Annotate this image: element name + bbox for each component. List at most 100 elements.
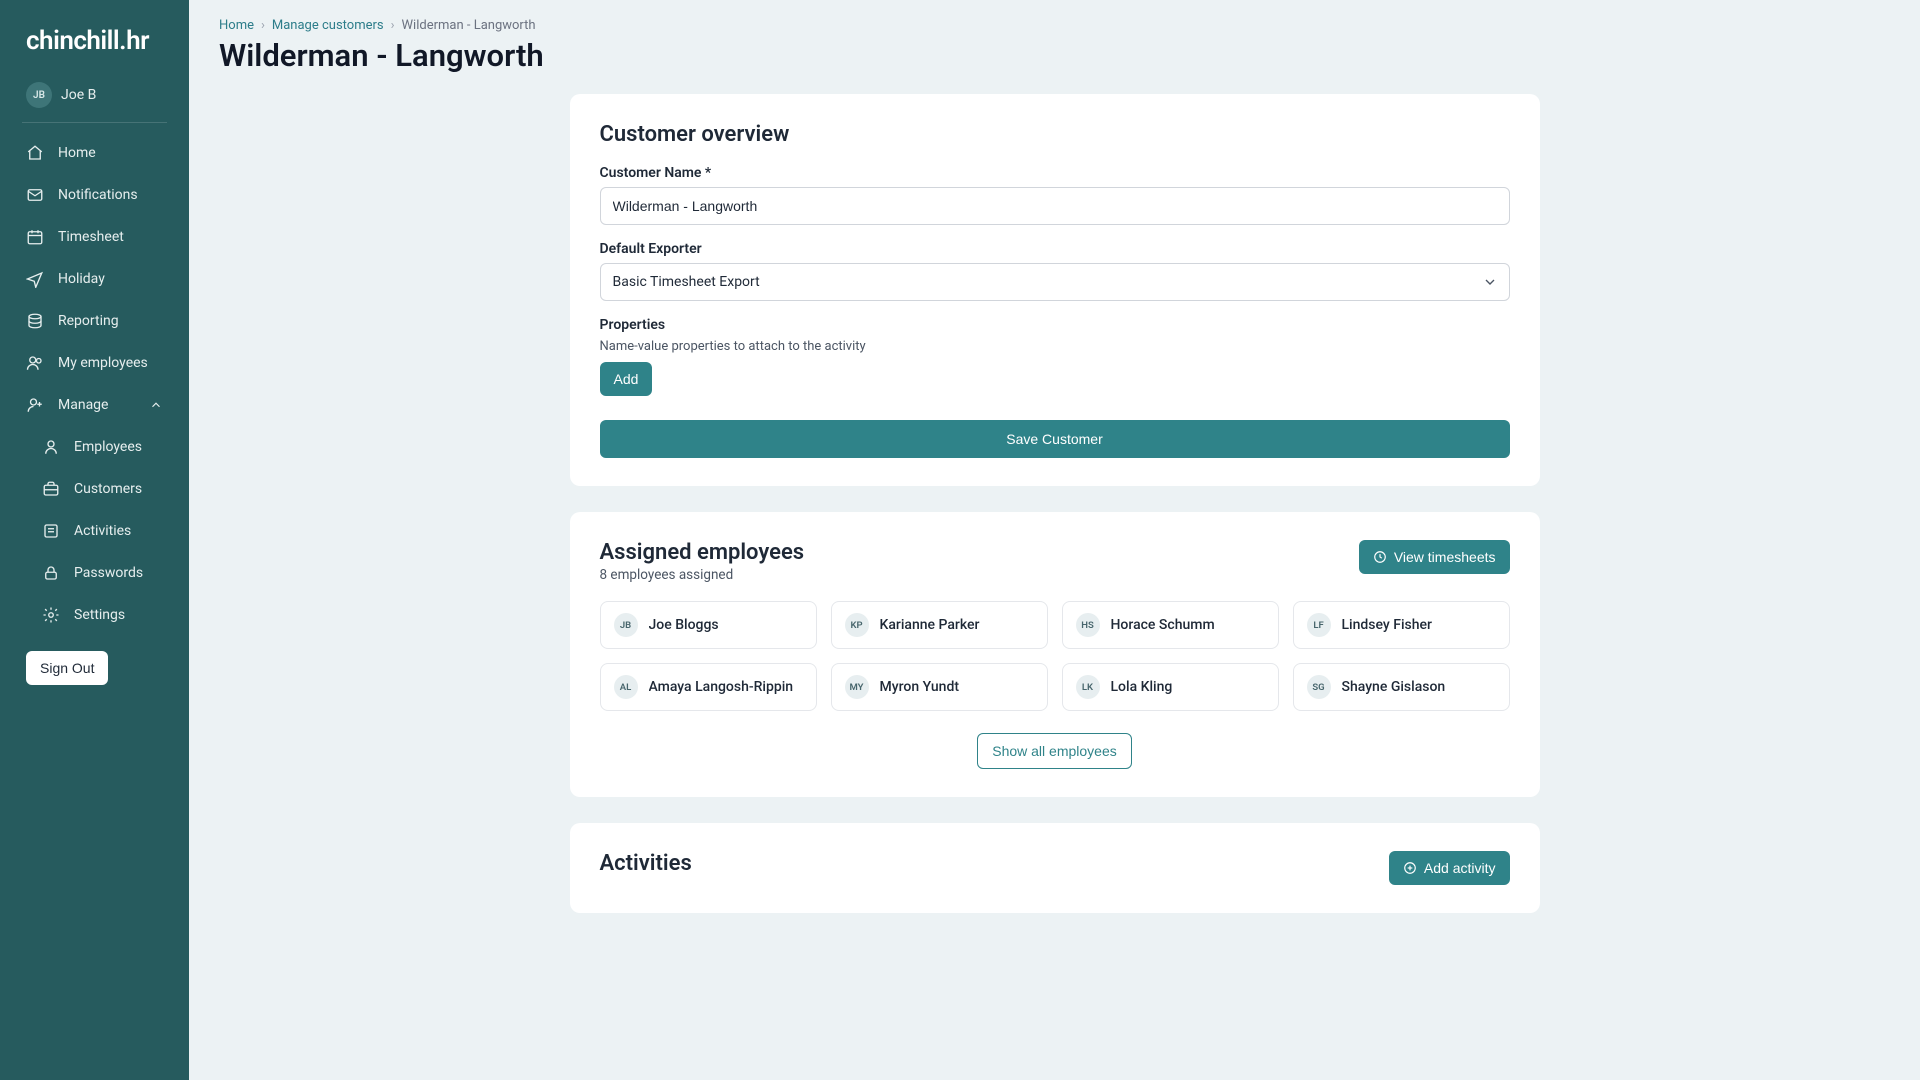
brand-logo: chinchill.hr: [0, 18, 189, 76]
database-icon: [26, 312, 44, 330]
breadcrumb-current: Wilderman - Langworth: [402, 18, 536, 33]
employee-name: Amaya Langosh-Rippin: [649, 679, 794, 695]
add-property-button[interactable]: Add: [600, 362, 653, 396]
users-icon: [26, 354, 44, 372]
sidebar-item-settings[interactable]: Settings: [10, 595, 179, 635]
employee-card[interactable]: JB Joe Bloggs: [600, 601, 817, 649]
employee-avatar: LK: [1076, 675, 1100, 699]
user-plus-icon: [26, 396, 44, 414]
employee-avatar: LF: [1307, 613, 1331, 637]
sidebar-item-label: Reporting: [58, 313, 119, 329]
sidebar-item-passwords[interactable]: Passwords: [10, 553, 179, 593]
calendar-icon: [26, 228, 44, 246]
employee-card[interactable]: KP Karianne Parker: [831, 601, 1048, 649]
employee-avatar: AL: [614, 675, 638, 699]
properties-field: Properties Name-value properties to atta…: [600, 317, 1510, 396]
employees-subtitle: 8 employees assigned: [600, 567, 805, 583]
sidebar-item-manage[interactable]: Manage: [10, 385, 179, 425]
employees-grid: JB Joe Bloggs KP Karianne Parker HS Horace Sc…: [600, 601, 1510, 711]
plus-circle-icon: [1403, 861, 1417, 875]
divider: [22, 122, 167, 123]
sidebar-item-label: Home: [58, 145, 96, 161]
sidebar-item-label: Timesheet: [58, 229, 124, 245]
sidebar-item-label: Holiday: [58, 271, 105, 287]
clock-icon: [1373, 550, 1387, 564]
employee-name: Myron Yundt: [880, 679, 960, 695]
briefcase-icon: [42, 480, 60, 498]
assigned-employees-card: Assigned employees 8 employees assigned …: [570, 512, 1540, 797]
user-icon: [42, 438, 60, 456]
sidebar-item-my-employees[interactable]: My employees: [10, 343, 179, 383]
sidebar-item-notifications[interactable]: Notifications: [10, 175, 179, 215]
sidebar-item-customers[interactable]: Customers: [10, 469, 179, 509]
sidebar-item-holiday[interactable]: Holiday: [10, 259, 179, 299]
employee-avatar: JB: [614, 613, 638, 637]
employee-avatar: HS: [1076, 613, 1100, 637]
activities-card: Activities Add activity: [570, 823, 1540, 913]
sidebar-item-activities[interactable]: Activities: [10, 511, 179, 551]
add-activity-label: Add activity: [1424, 860, 1496, 876]
sidebar-item-timesheet[interactable]: Timesheet: [10, 217, 179, 257]
show-all-employees-button[interactable]: Show all employees: [977, 733, 1132, 769]
breadcrumb-link-home[interactable]: Home: [219, 18, 254, 33]
page-title: Wilderman - Langworth: [219, 37, 1890, 74]
sidebar-item-reporting[interactable]: Reporting: [10, 301, 179, 341]
employee-name: Lola Kling: [1111, 679, 1173, 695]
user-row[interactable]: JB Joe B: [0, 76, 189, 122]
employee-card[interactable]: HS Horace Schumm: [1062, 601, 1279, 649]
breadcrumb: Home › Manage customers › Wilderman - La…: [219, 18, 1890, 33]
employee-card[interactable]: LF Lindsey Fisher: [1293, 601, 1510, 649]
default-exporter-select[interactable]: Basic Timesheet Export: [600, 263, 1510, 301]
chevron-right-icon: ›: [261, 18, 265, 33]
signout-button[interactable]: Sign Out: [26, 651, 108, 685]
default-exporter-field: Default Exporter Basic Timesheet Export: [600, 241, 1510, 301]
sidebar-item-home[interactable]: Home: [10, 133, 179, 173]
view-timesheets-label: View timesheets: [1394, 549, 1496, 565]
home-icon: [26, 144, 44, 162]
employee-card[interactable]: SG Shayne Gislason: [1293, 663, 1510, 711]
save-customer-button[interactable]: Save Customer: [600, 420, 1510, 458]
sidebar-item-label: Activities: [74, 523, 131, 539]
employee-name: Karianne Parker: [880, 617, 980, 633]
mail-icon: [26, 186, 44, 204]
employee-card[interactable]: LK Lola Kling: [1062, 663, 1279, 711]
default-exporter-label: Default Exporter: [600, 241, 1510, 257]
sidebar-item-label: Employees: [74, 439, 142, 455]
sidebar-item-label: My employees: [58, 355, 148, 371]
customer-overview-card: Customer overview Customer Name * Defaul…: [570, 94, 1540, 486]
overview-title: Customer overview: [600, 122, 1510, 147]
chevron-up-icon: [149, 398, 163, 412]
employee-avatar: MY: [845, 675, 869, 699]
employee-card[interactable]: AL Amaya Langosh-Rippin: [600, 663, 817, 711]
sidebar: chinchill.hr JB Joe B Home Notifications T…: [0, 0, 189, 1080]
employee-name: Lindsey Fisher: [1342, 617, 1432, 633]
employee-name: Shayne Gislason: [1342, 679, 1446, 695]
sidebar-item-label: Customers: [74, 481, 142, 497]
lock-icon: [42, 564, 60, 582]
user-avatar: JB: [26, 82, 52, 108]
employees-title: Assigned employees: [600, 540, 805, 565]
employee-card[interactable]: MY Myron Yundt: [831, 663, 1048, 711]
sidebar-nav: Home Notifications Timesheet Holiday Reporti…: [0, 133, 189, 635]
customer-name-label: Customer Name *: [600, 165, 1510, 181]
employee-avatar: SG: [1307, 675, 1331, 699]
sidebar-item-employees[interactable]: Employees: [10, 427, 179, 467]
employee-name: Joe Bloggs: [649, 617, 719, 633]
breadcrumb-link-manage[interactable]: Manage customers: [272, 18, 384, 33]
properties-desc: Name-value properties to attach to the a…: [600, 339, 1510, 354]
customer-name-input[interactable]: [600, 187, 1510, 225]
main-content: Home › Manage customers › Wilderman - La…: [189, 0, 1920, 1080]
add-activity-button[interactable]: Add activity: [1389, 851, 1510, 885]
employee-name: Horace Schumm: [1111, 617, 1215, 633]
activities-title: Activities: [600, 851, 692, 876]
plane-icon: [26, 270, 44, 288]
properties-label: Properties: [600, 317, 1510, 333]
sidebar-item-label: Manage: [58, 397, 108, 413]
chevron-right-icon: ›: [391, 18, 395, 33]
employee-avatar: KP: [845, 613, 869, 637]
sidebar-item-label: Settings: [74, 607, 125, 623]
customer-name-field: Customer Name *: [600, 165, 1510, 225]
view-timesheets-button[interactable]: View timesheets: [1359, 540, 1510, 574]
activity-icon: [42, 522, 60, 540]
sidebar-item-label: Passwords: [74, 565, 143, 581]
